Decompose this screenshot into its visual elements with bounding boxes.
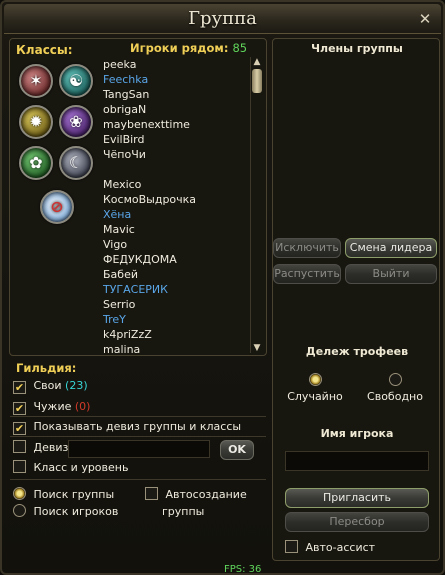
auto-create-label-row: группы bbox=[162, 504, 204, 520]
player-list-item[interactable]: ТУГАСЕРИК bbox=[103, 282, 248, 297]
player-list-item[interactable]: Mavic bbox=[103, 222, 248, 237]
foreign-guild-count: (0) bbox=[74, 400, 91, 413]
player-list-item[interactable]: maybenexttime bbox=[103, 117, 248, 132]
group-members-panel: Члены группы Исключить Смена лидера Расп… bbox=[272, 38, 440, 561]
auto-assist-checkbox-row[interactable]: Авто-ассист bbox=[285, 540, 375, 556]
leave-button[interactable]: Выйти bbox=[345, 264, 437, 284]
auto-create-label-1: Автосоздание bbox=[165, 488, 247, 501]
members-title: Члены группы bbox=[311, 42, 403, 55]
invite-button[interactable]: Пригласить bbox=[285, 488, 429, 508]
player-list-item[interactable]: Бабей bbox=[103, 267, 248, 282]
loot-free-radio[interactable] bbox=[388, 373, 402, 386]
player-list-item[interactable]: EvilBird bbox=[103, 132, 248, 147]
search-players-label: Поиск игроков bbox=[33, 505, 119, 518]
auto-create-checkbox[interactable] bbox=[145, 487, 158, 500]
classes-players-panel: Классы: Игроки рядом: 85 ✶ ☯ ✹ ❀ ✿ ☾ ⊘ p… bbox=[9, 38, 267, 356]
close-icon[interactable]: ✕ bbox=[415, 9, 435, 29]
scroll-down-icon[interactable]: ▼ bbox=[251, 343, 263, 353]
change-leader-button[interactable]: Смена лидера bbox=[345, 238, 437, 258]
class-level-label: Класс и уровень bbox=[33, 461, 129, 474]
player-list-item[interactable]: Mexico bbox=[103, 177, 248, 192]
auto-create-checkbox-row[interactable]: Автосоздание bbox=[145, 487, 247, 503]
auto-assist-checkbox[interactable] bbox=[285, 540, 298, 553]
class-icon-2[interactable]: ☯ bbox=[59, 64, 93, 98]
show-motto-checkbox[interactable]: ✔ bbox=[13, 422, 26, 435]
disband-button[interactable]: Распустить bbox=[273, 264, 341, 284]
player-list-item[interactable]: k4priZzZ bbox=[103, 327, 248, 342]
player-list-item[interactable]: peeka bbox=[103, 57, 248, 72]
scroll-up-icon[interactable]: ▲ bbox=[251, 57, 263, 67]
player-list-item[interactable]: ЧёпоЧи bbox=[103, 147, 248, 162]
class-level-checkbox-row[interactable]: Класс и уровень bbox=[13, 460, 128, 476]
search-players-radio[interactable] bbox=[13, 504, 26, 517]
loot-random-label: Случайно bbox=[287, 390, 343, 403]
motto-checkbox[interactable] bbox=[13, 440, 26, 453]
class-icon-6[interactable]: ☾ bbox=[59, 146, 93, 180]
foreign-guild-label: Чужие bbox=[33, 400, 72, 413]
show-motto-checkbox-row[interactable]: ✔ Показывать девиз группы и классы bbox=[13, 419, 241, 435]
class-level-checkbox[interactable] bbox=[13, 460, 26, 473]
loot-title: Дележ трофеев bbox=[305, 345, 409, 358]
scroll-thumb[interactable] bbox=[252, 69, 262, 93]
player-name-title: Имя игрока bbox=[320, 427, 394, 440]
player-name-input[interactable] bbox=[285, 451, 429, 471]
player-list-item[interactable]: TreY bbox=[103, 312, 248, 327]
divider bbox=[10, 436, 266, 437]
class-icon-5[interactable]: ✿ bbox=[19, 146, 53, 180]
player-list-item[interactable]: TangSan bbox=[103, 87, 248, 102]
own-guild-label: Свои bbox=[33, 379, 62, 392]
player-list-item[interactable]: КосмоВыдрочка bbox=[103, 192, 248, 207]
guild-label: Гильдия: bbox=[16, 361, 77, 375]
foreign-guild-checkbox-row[interactable]: ✔ Чужие (0) bbox=[13, 399, 90, 415]
player-list-item[interactable]: malina bbox=[103, 342, 248, 357]
show-motto-label: Показывать девиз группы и классы bbox=[33, 420, 242, 433]
nearby-players-header: Игроки рядом: 85 bbox=[130, 41, 247, 55]
player-list-item[interactable]: Vigo bbox=[103, 237, 248, 252]
nearby-players-label: Игроки рядом: bbox=[130, 41, 229, 55]
loot-free-label: Свободно bbox=[367, 390, 423, 403]
fps-counter: FPS: 36 bbox=[224, 564, 262, 575]
player-list-item[interactable]: Feechka bbox=[103, 72, 248, 87]
player-list-item[interactable]: obrigaN bbox=[103, 102, 248, 117]
class-icon-3[interactable]: ✹ bbox=[19, 105, 53, 139]
reselect-button[interactable]: Пересбор bbox=[285, 512, 429, 532]
own-guild-checkbox[interactable]: ✔ bbox=[13, 381, 26, 394]
divider bbox=[10, 479, 266, 480]
auto-assist-label: Авто-ассист bbox=[305, 541, 376, 554]
search-players-radio-row[interactable]: Поиск игроков bbox=[13, 504, 118, 520]
nearby-players-list: peeka Feechka TangSan obrigaN maybenexttime E… bbox=[103, 57, 248, 357]
title-bar[interactable]: Группа ✕ bbox=[4, 4, 441, 34]
class-filter-icon[interactable]: ⊘ bbox=[40, 190, 74, 224]
foreign-guild-checkbox[interactable]: ✔ bbox=[13, 402, 26, 415]
window-title: Группа bbox=[188, 8, 257, 29]
own-guild-count: (23) bbox=[65, 379, 88, 392]
nearby-players-count: 85 bbox=[232, 41, 248, 55]
kick-button[interactable]: Исключить bbox=[273, 238, 341, 258]
classes-label: Классы: bbox=[16, 43, 73, 57]
loot-random-radio[interactable] bbox=[308, 373, 322, 386]
motto-ok-button[interactable]: OK bbox=[220, 440, 254, 460]
motto-label: Девиз bbox=[33, 441, 69, 454]
search-group-radio-row[interactable]: Поиск группы bbox=[13, 487, 114, 503]
divider bbox=[10, 416, 266, 417]
class-icon-1[interactable]: ✶ bbox=[19, 64, 53, 98]
player-list-item[interactable]: Serrio bbox=[103, 297, 248, 312]
player-list-item[interactable]: Хёна bbox=[103, 207, 248, 222]
loot-free-option[interactable]: Свободно bbox=[365, 373, 425, 403]
group-window: Группа ✕ Классы: Игроки рядом: 85 ✶ ☯ ✹ … bbox=[0, 0, 445, 575]
motto-input[interactable] bbox=[68, 440, 210, 458]
player-list-item[interactable]: ФЕДУКДОМА bbox=[103, 252, 248, 267]
own-guild-checkbox-row[interactable]: ✔ Свои (23) bbox=[13, 378, 88, 394]
players-scrollbar[interactable]: ▲ ▼ bbox=[250, 57, 262, 353]
search-group-radio[interactable] bbox=[13, 487, 26, 500]
loot-random-option[interactable]: Случайно bbox=[285, 373, 345, 403]
search-group-label: Поиск группы bbox=[33, 488, 115, 501]
class-icon-4[interactable]: ❀ bbox=[59, 105, 93, 139]
auto-create-label-2: группы bbox=[162, 505, 205, 518]
motto-checkbox-row[interactable]: Девиз bbox=[13, 440, 68, 456]
